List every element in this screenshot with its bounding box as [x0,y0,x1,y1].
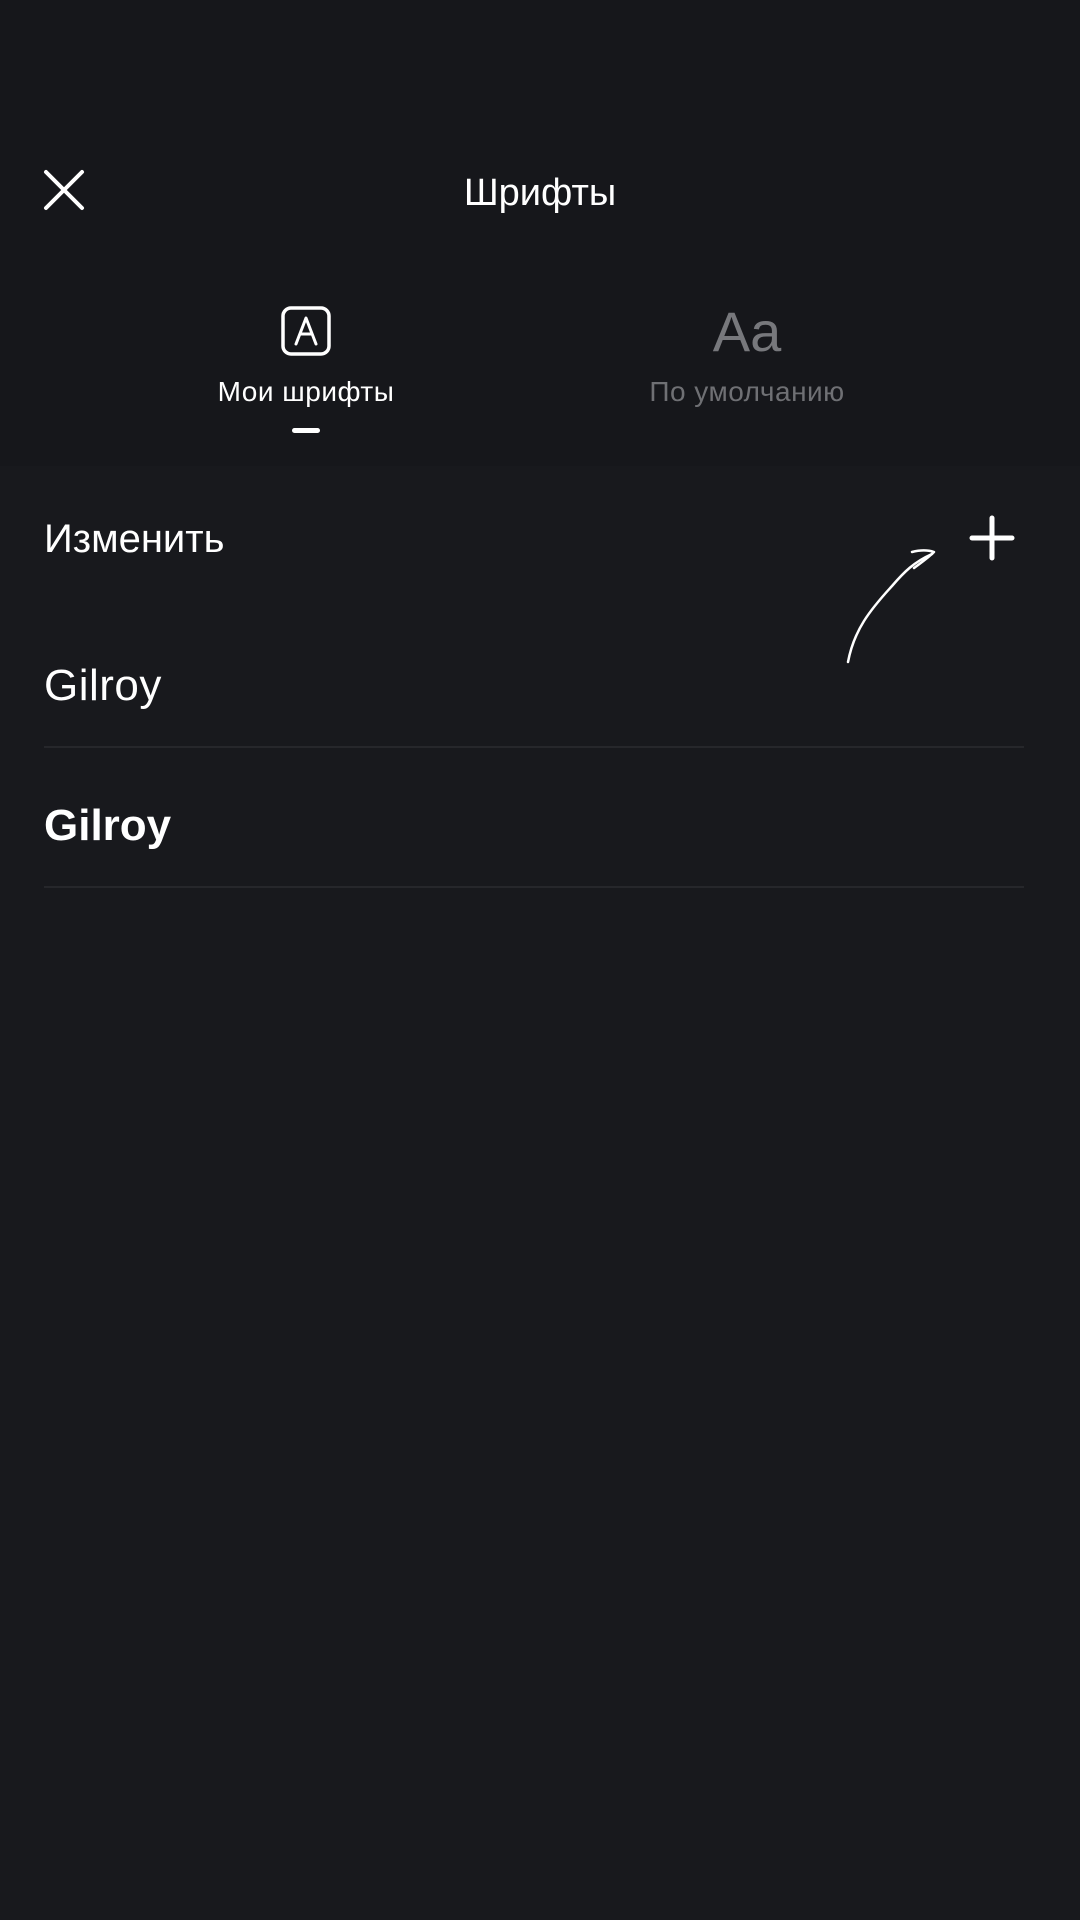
tab-my-fonts[interactable]: Мои шрифты [116,300,496,440]
font-box-icon [281,306,331,356]
font-list-item[interactable]: Gilroy [44,776,1024,888]
font-name: Gilroy [44,661,162,710]
active-tab-indicator [292,428,320,433]
edit-button[interactable]: Изменить [44,514,224,564]
tab-default-fonts-label: По умолчанию [649,376,845,407]
font-name: Gilroy [44,801,172,850]
tab-default-fonts[interactable]: Aa По умолчанию [557,300,937,440]
add-font-button[interactable] [964,510,1020,566]
page-title: Шрифты [463,172,617,214]
aa-icon: Aa [712,300,782,363]
plus-icon [969,515,1015,561]
font-list-item[interactable]: Gilroy [44,636,1024,748]
tab-my-fonts-label: Мои шрифты [217,376,395,407]
fonts-screen: Шрифты Мои шрифты Aa По умолчанию Измени… [0,0,1080,1920]
